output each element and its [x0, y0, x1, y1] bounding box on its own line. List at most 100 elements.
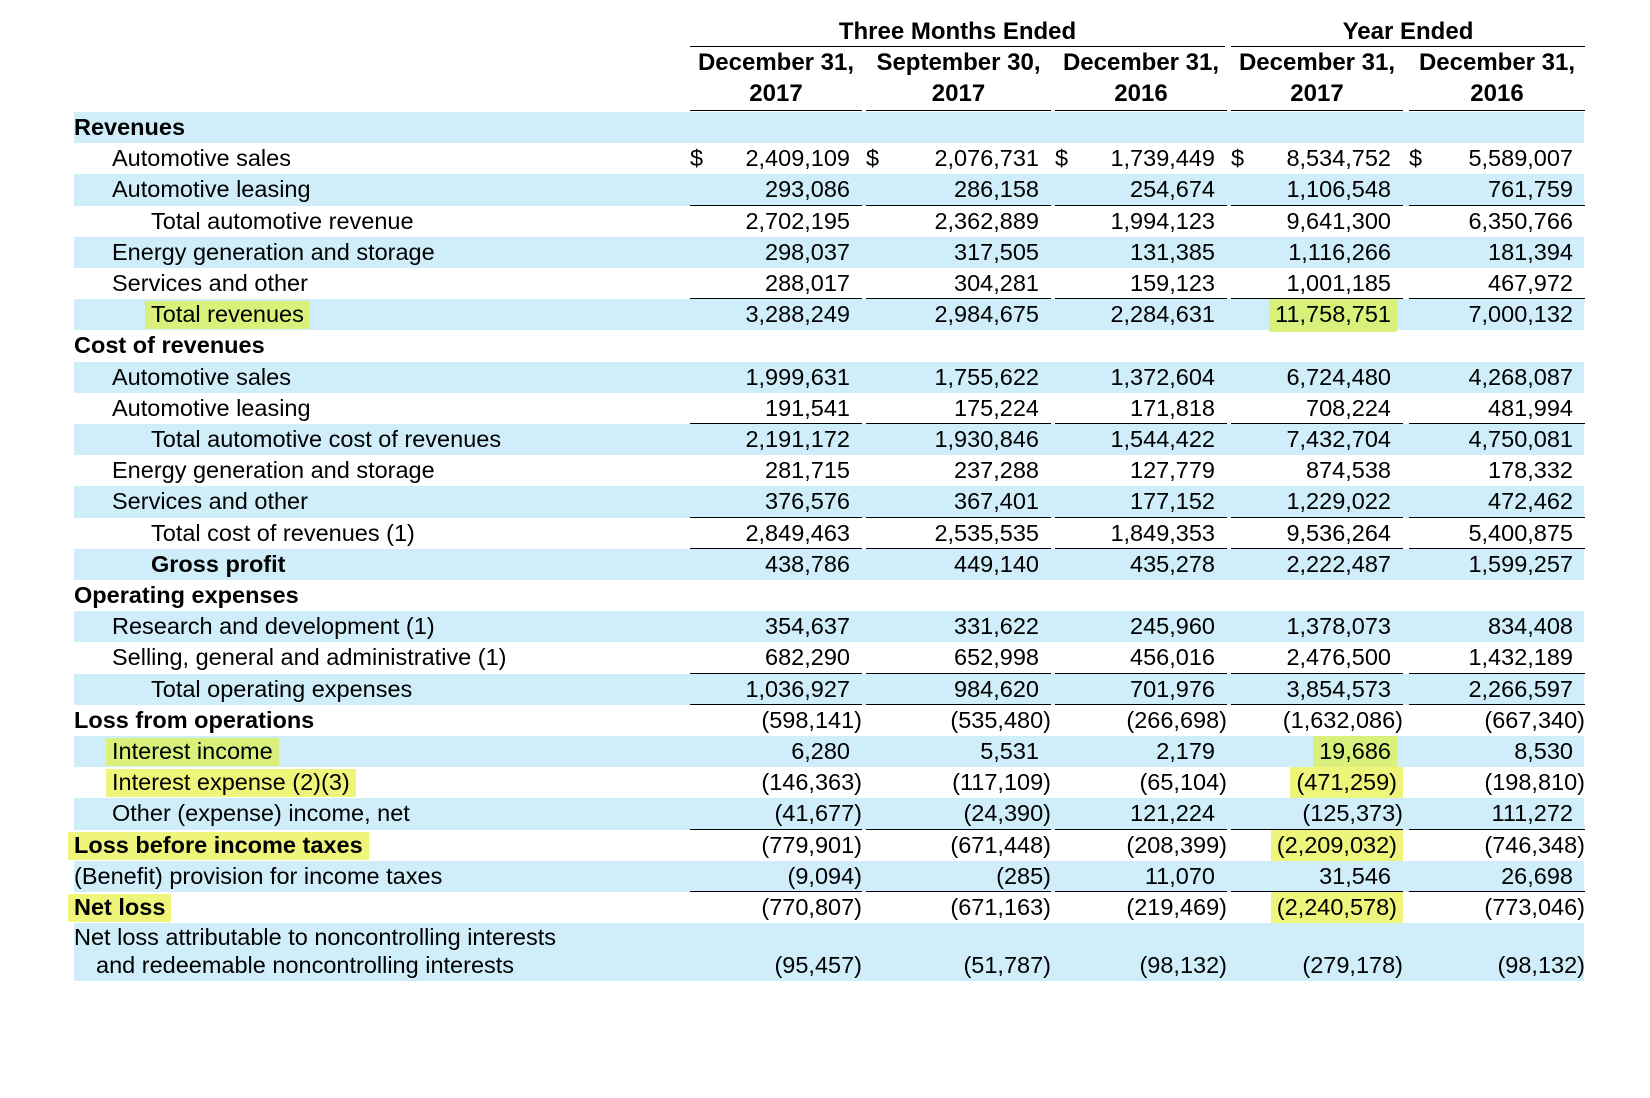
table-row: Cost of revenues: [74, 330, 1584, 361]
value-number: 298,037: [765, 238, 850, 265]
value-number: 1,106,548: [1286, 176, 1391, 203]
value-number: (146,363): [761, 769, 862, 796]
currency-symbol: $: [1231, 145, 1245, 172]
row-label-text: Total automotive cost of revenues: [151, 426, 502, 452]
row-label: Automotive leasing: [112, 393, 311, 424]
value-cell: 1,116,266: [1231, 237, 1403, 268]
value-number: 2,535,535: [934, 519, 1039, 546]
group-header-three-months: Three Months Ended: [690, 17, 1225, 47]
value-number: (779,901): [761, 831, 862, 858]
value-number: 11,070: [1144, 862, 1215, 889]
value-cell: 1,930,846: [866, 424, 1051, 455]
row-label: Loss from operations: [74, 705, 314, 736]
value-number: 874,538: [1306, 457, 1391, 484]
value-cell: 178,332: [1409, 455, 1585, 486]
value-cell: (671,163): [866, 892, 1051, 923]
value-number: (51,787): [963, 951, 1051, 978]
row-label-text: Automotive sales: [112, 145, 291, 172]
value-cell: 1,994,123: [1055, 206, 1227, 237]
group-header-year-ended: Year Ended: [1231, 17, 1585, 47]
value-number: 178,332: [1488, 457, 1573, 484]
column-header: December 31, 2017: [1231, 47, 1403, 111]
value-cell: 11,070: [1055, 861, 1227, 892]
value-cell: 26,698: [1409, 861, 1585, 892]
value-number: 131,385: [1130, 238, 1215, 265]
value-cell: 1,999,631: [690, 362, 862, 393]
row-label-text: Cost of revenues: [74, 332, 265, 359]
value-number: 1,544,422: [1110, 426, 1215, 452]
value-cell: (198,810): [1409, 767, 1585, 798]
value-cell: 435,278: [1055, 549, 1227, 580]
value-cell: 6,280: [690, 736, 862, 767]
value-number: 5,589,007: [1468, 145, 1573, 172]
value-cell: 298,037: [690, 237, 862, 268]
value-number: 708,224: [1306, 394, 1391, 421]
currency-symbol: $: [1055, 145, 1069, 172]
value-number: (198,810): [1484, 769, 1585, 796]
value-cell: 293,086: [690, 174, 862, 206]
table-row: Energy generation and storage 298,037 317,…: [74, 236, 1585, 268]
value-cell: 331,622: [866, 611, 1051, 642]
table-row: Loss from operations (598,141) (535,480) (2…: [74, 705, 1585, 736]
row-label: Net loss: [68, 892, 172, 923]
row-label: Loss before income taxes: [68, 830, 369, 861]
value-number: 26,698: [1501, 862, 1573, 889]
row-label-text: Services and other: [112, 270, 308, 296]
value-cell: (471,259): [1231, 767, 1403, 801]
column-header: December 31, 2017: [690, 47, 862, 111]
value-cell: 237,288: [866, 455, 1051, 486]
row-label: Services and other: [112, 486, 308, 517]
row-label-text: Total revenues: [145, 301, 310, 330]
value-number: 1,432,189: [1468, 644, 1573, 671]
value-cell: 121,224: [1055, 798, 1227, 830]
value-cell: (51,787): [866, 950, 1051, 981]
value-cell: 984,620: [866, 674, 1051, 705]
value-cell: 367,401: [866, 486, 1051, 518]
value-cell: 874,538: [1231, 455, 1403, 486]
table-row: Total operating expenses 1,036,927 984,620…: [74, 673, 1585, 705]
value-cell: 2,362,889: [866, 206, 1051, 237]
row-label: (Benefit) provision for income taxes: [74, 861, 442, 892]
value-cell: 1,599,257: [1409, 549, 1585, 580]
value-cell: 304,281: [866, 268, 1051, 300]
value-number: 2,222,487: [1286, 550, 1391, 577]
value-cell: $1,739,449: [1055, 143, 1227, 174]
row-label-line: Net loss attributable to noncontrolling …: [74, 924, 557, 951]
value-cell: (285): [866, 861, 1051, 892]
value-cell: 481,994: [1409, 393, 1585, 424]
value-number: (208,399): [1126, 831, 1227, 858]
currency-symbol: $: [690, 145, 704, 172]
value-number: (671,163): [950, 894, 1051, 920]
value-number: 19,686: [1313, 736, 1397, 769]
value-cell: 449,140: [866, 549, 1051, 580]
value-number: (535,480): [950, 706, 1051, 733]
table-row: Operating expenses: [74, 580, 1584, 611]
value-number: 254,674: [1130, 176, 1215, 203]
value-number: 481,994: [1488, 394, 1573, 421]
value-cell: 1,036,927: [690, 674, 862, 705]
value-number: (65,104): [1139, 769, 1227, 796]
value-number: 456,016: [1130, 644, 1215, 671]
value-cell: 1,229,022: [1231, 486, 1403, 518]
row-label-text: Automotive leasing: [112, 394, 311, 421]
table-row: Gross profit 438,786 449,140 435,278 2,222,4…: [74, 548, 1585, 580]
value-cell: (98,132): [1055, 950, 1227, 981]
value-cell: 181,394: [1409, 237, 1585, 268]
row-label: Net loss attributable to noncontrolling …: [74, 923, 556, 979]
value-cell: 2,222,487: [1231, 549, 1403, 580]
value-number: 2,409,109: [745, 145, 850, 172]
value-cell: 682,290: [690, 642, 862, 674]
column-header-year: 2017: [749, 80, 803, 107]
value-cell: 2,702,195: [690, 206, 862, 237]
value-cell: (770,807): [690, 892, 862, 923]
row-label-text: Net loss: [68, 894, 172, 922]
value-cell: 281,715: [690, 455, 862, 486]
value-cell: 286,158: [866, 174, 1051, 206]
value-number: 7,432,704: [1286, 426, 1391, 452]
value-cell: 1,372,604: [1055, 362, 1227, 393]
income-statement-table: Three Months Ended Year Ended December 3…: [0, 0, 1650, 1098]
table-row: Net loss (770,807) (671,163) (219,469) (2,24…: [68, 892, 1585, 925]
value-cell: 2,984,675: [866, 299, 1051, 330]
row-label-text: Other (expense) income, net: [112, 800, 410, 827]
value-cell: 3,854,573: [1231, 674, 1403, 705]
